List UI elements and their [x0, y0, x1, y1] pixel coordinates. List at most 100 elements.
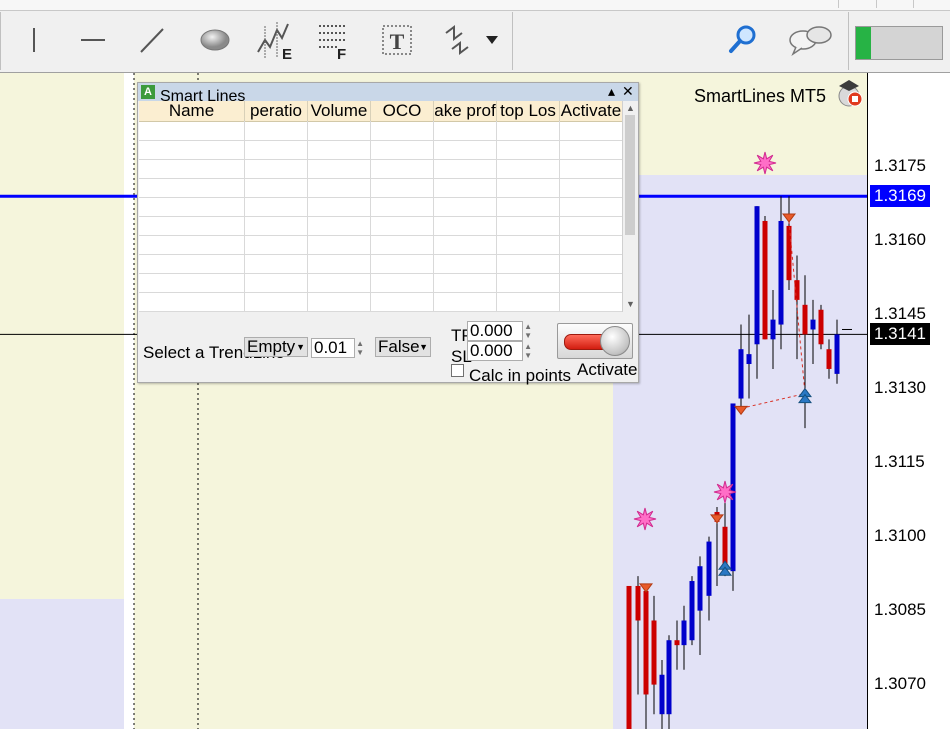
column-header-activate[interactable]: Activate [560, 101, 622, 121]
toggle-knob [600, 326, 630, 356]
scrollbar-thumb[interactable] [625, 115, 635, 235]
candle-body [722, 526, 728, 567]
svg-text:T: T [390, 29, 405, 54]
stepper-arrows-icon[interactable]: ▲ ▼ [356, 339, 364, 357]
take-profit-value: 0.000 [470, 321, 513, 340]
candle-body [786, 225, 792, 281]
table-column-divider [496, 121, 497, 312]
toolbar-cell-divider [876, 0, 877, 8]
candle-body [651, 620, 657, 685]
trendline-icon [140, 28, 164, 53]
text-label-button[interactable]: T [377, 18, 417, 62]
candle-body [659, 674, 665, 715]
stepper-arrows-icon[interactable]: ▲ ▼ [524, 322, 532, 340]
operation-dropdown[interactable]: Empty ▼ [244, 337, 308, 357]
search-icon [729, 25, 756, 53]
candle-body [643, 590, 649, 695]
candle-body [826, 349, 832, 369]
toolbar-top-strip [0, 0, 950, 11]
ellipse-button[interactable] [195, 18, 235, 62]
toolbar-cell-divider [838, 0, 839, 8]
column-header-operation[interactable]: peratio [245, 101, 308, 121]
operation-value: Empty [247, 337, 296, 356]
table-row[interactable] [139, 235, 622, 255]
oco-dropdown[interactable]: False ▼ [375, 337, 431, 357]
shapes-dropdown-button[interactable] [440, 18, 504, 62]
table-row[interactable] [139, 254, 622, 274]
column-header-volume[interactable]: Volume [308, 101, 371, 121]
brand-logo-icon [838, 80, 863, 107]
stepper-arrows-icon[interactable]: ▲ ▼ [524, 342, 532, 360]
scroll-up-arrow-icon[interactable]: ▲ [626, 103, 635, 113]
star-marker-icon [753, 151, 777, 175]
candle-body [666, 640, 672, 715]
toolbar-cell-divider [913, 0, 914, 8]
chat-icon [789, 26, 832, 56]
column-header-oco[interactable]: OCO [371, 101, 434, 121]
candle-body [770, 319, 776, 340]
chart-region-highlight [0, 599, 124, 729]
fibonacci-icon: F [319, 25, 346, 60]
candle-body [674, 640, 680, 646]
activate-toggle[interactable] [557, 323, 633, 359]
candle-body [635, 585, 641, 621]
fibonacci-button[interactable]: F [315, 18, 355, 62]
price-tick-label: 1.3100 [874, 525, 926, 545]
price-tick-label: 1.3130 [874, 377, 926, 397]
star-marker-icon [713, 480, 737, 504]
ellipse-icon [200, 29, 230, 51]
panel-title-bar[interactable]: A Smart Lines ▴ ✕ [138, 83, 638, 105]
candle-body [706, 541, 712, 596]
table-column-divider [244, 121, 245, 312]
trendline-button[interactable] [132, 18, 172, 62]
table-scrollbar[interactable]: ▲ ▼ [622, 101, 638, 312]
table-column-divider [307, 121, 308, 312]
table-row[interactable] [139, 178, 622, 198]
table-row[interactable] [139, 292, 622, 312]
volume-stepper[interactable]: 0.01 ▲ ▼ [311, 338, 364, 358]
candle-body [754, 206, 760, 345]
table-row[interactable] [139, 159, 622, 179]
chevron-down-icon: ▼ [419, 342, 428, 352]
blue-line-price-tag: 1.3169 [870, 185, 930, 208]
table-row[interactable] [139, 273, 622, 293]
price-tick-label: 1.3115 [874, 451, 925, 471]
connection-meter [855, 26, 943, 60]
take-profit-stepper[interactable]: 0.000 ▲ ▼ [467, 321, 532, 341]
toolbar-group-divider [512, 12, 513, 70]
chart-window-gap [124, 73, 134, 729]
text-label-icon: T [382, 25, 412, 55]
column-header-take-profit[interactable]: ake prof [434, 101, 497, 121]
search-button[interactable] [722, 18, 762, 62]
volume-value: 0.01 [314, 338, 348, 357]
candle-body [762, 220, 768, 340]
scroll-down-arrow-icon[interactable]: ▼ [626, 299, 635, 309]
stop-loss-stepper[interactable]: 0.000 ▲ ▼ [467, 341, 532, 361]
chart-region-left [0, 73, 124, 599]
candle-body [810, 319, 816, 330]
trendlines-table[interactable]: Name peratio Volume OCO ake prof top Los… [139, 101, 622, 312]
candle-body [738, 349, 744, 399]
candle-body [746, 354, 752, 365]
horizontal-line-button[interactable] [73, 18, 113, 62]
close-button[interactable]: ✕ [622, 83, 634, 99]
svg-text:F: F [337, 46, 346, 60]
minimize-button[interactable]: ▴ [608, 83, 615, 99]
activate-label: Activate [577, 360, 638, 379]
table-row[interactable] [139, 197, 622, 217]
table-row[interactable] [139, 140, 622, 160]
column-header-name[interactable]: Name [139, 101, 245, 121]
column-header-stop-loss[interactable]: top Los [497, 101, 560, 121]
elliott-wave-button[interactable]: E [255, 18, 295, 62]
chat-button[interactable] [787, 18, 835, 62]
table-row[interactable] [139, 121, 622, 141]
price-tick-label: 1.3145 [874, 303, 926, 323]
table-row[interactable] [139, 216, 622, 236]
price-tick-label: 1.3070 [874, 673, 926, 693]
calc-in-points-checkbox[interactable] [451, 364, 464, 377]
smart-lines-panel[interactable]: A Smart Lines ▴ ✕ Name peratio Volume OC… [137, 82, 639, 385]
vertical-line-button[interactable] [14, 18, 54, 62]
vertical-line-icon [33, 28, 35, 52]
toolbar-group-divider [0, 12, 1, 70]
table-column-divider [370, 121, 371, 312]
